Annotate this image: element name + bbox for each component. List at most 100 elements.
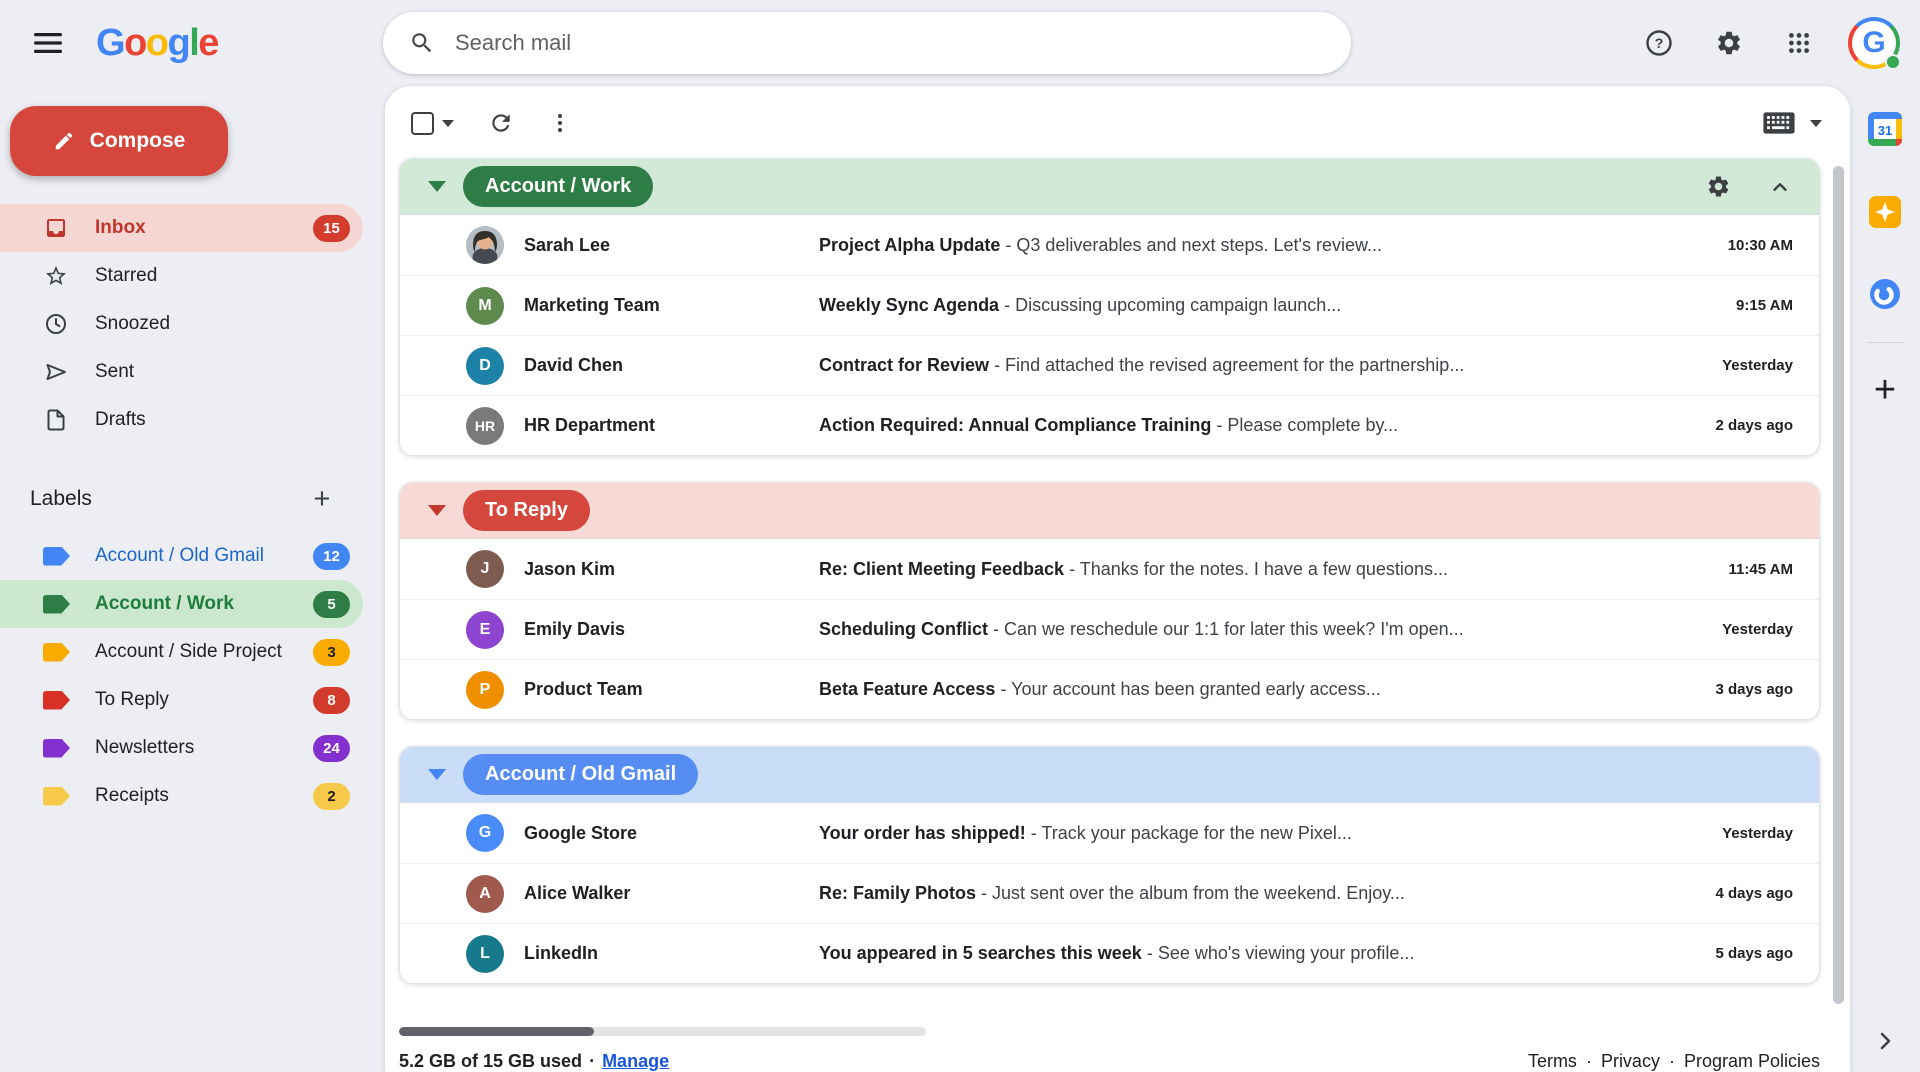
program-policies-link[interactable]: Program Policies bbox=[1684, 1051, 1820, 1072]
label-tag-icon bbox=[43, 595, 70, 614]
email-row[interactable]: L LinkedIn You appeared in 5 searches th… bbox=[400, 923, 1819, 983]
sidebar-item-starred[interactable]: Starred bbox=[0, 252, 363, 300]
email-row[interactable]: A Alice Walker Re: Family Photos - Just … bbox=[400, 863, 1819, 923]
refresh-icon[interactable] bbox=[488, 110, 514, 136]
collapse-triangle-icon[interactable] bbox=[428, 505, 446, 516]
checkbox-icon bbox=[411, 112, 434, 135]
sidebar-item-drafts[interactable]: Drafts bbox=[0, 396, 363, 444]
apps-grid-icon[interactable] bbox=[1778, 22, 1820, 64]
divider bbox=[1866, 342, 1904, 343]
email-subject-line: Re: Client Meeting Feedback - Thanks for… bbox=[819, 559, 1707, 580]
sidebar-label-side-project[interactable]: Account / Side Project 3 bbox=[0, 628, 363, 676]
search-input[interactable] bbox=[453, 29, 1325, 57]
section-header[interactable]: Account / Old Gmail bbox=[400, 747, 1819, 803]
section-label-pill: Account / Old Gmail bbox=[463, 754, 698, 795]
sidebar-label-work[interactable]: Account / Work 5 bbox=[0, 580, 363, 628]
email-subject: Action Required: Annual Compliance Train… bbox=[819, 415, 1211, 435]
email-row[interactable]: M Marketing Team Weekly Sync Agenda - Di… bbox=[400, 275, 1819, 335]
email-snippet: - Find attached the revised agreement fo… bbox=[994, 355, 1464, 375]
storage-progress-bar bbox=[399, 1027, 926, 1036]
mail-section-account-work: Account / Work Sarah Lee bbox=[399, 158, 1820, 456]
calendar-icon[interactable]: 31 bbox=[1868, 112, 1902, 146]
bottom-bar: 5.2 GB of 15 GB used·Manage Terms · Priv… bbox=[385, 1013, 1850, 1072]
labels-header: Labels + bbox=[0, 482, 363, 516]
privacy-link[interactable]: Privacy bbox=[1601, 1051, 1660, 1072]
email-subject: Your order has shipped! bbox=[819, 823, 1026, 843]
search-icon bbox=[409, 30, 435, 56]
collapse-triangle-icon[interactable] bbox=[428, 181, 446, 192]
email-row[interactable]: HR HR Department Action Required: Annual… bbox=[400, 395, 1819, 455]
logo-letter: e bbox=[198, 22, 218, 65]
email-snippet: - Can we reschedule our 1:1 for later th… bbox=[993, 619, 1464, 639]
section-header[interactable]: To Reply bbox=[400, 483, 1819, 539]
section-settings-gear-icon[interactable] bbox=[1706, 174, 1731, 199]
profile-avatar[interactable]: G bbox=[1848, 17, 1900, 69]
label-count-badge: 3 bbox=[313, 639, 350, 666]
sidebar-item-snoozed[interactable]: Snoozed bbox=[0, 300, 363, 348]
storage-info: 5.2 GB of 15 GB used·Manage bbox=[399, 1027, 926, 1072]
scrollbar[interactable] bbox=[1833, 166, 1844, 1004]
email-subject: Re: Client Meeting Feedback bbox=[819, 559, 1064, 579]
sidebar-item-label: Starred bbox=[95, 265, 363, 287]
mail-section-old-gmail: Account / Old Gmail G Google Store Your … bbox=[399, 746, 1820, 984]
svg-text:31: 31 bbox=[1878, 123, 1892, 138]
clock-icon bbox=[44, 312, 68, 336]
section-header[interactable]: Account / Work bbox=[400, 159, 1819, 215]
collapse-triangle-icon[interactable] bbox=[428, 769, 446, 780]
tasks-icon[interactable] bbox=[1869, 278, 1901, 310]
storage-progress-fill bbox=[399, 1027, 594, 1036]
email-sender: Jason Kim bbox=[524, 559, 819, 580]
search-bar[interactable] bbox=[383, 12, 1351, 74]
send-icon bbox=[44, 360, 68, 384]
compose-button[interactable]: Compose bbox=[10, 106, 228, 176]
email-sender: Product Team bbox=[524, 679, 819, 700]
avatar: HR bbox=[466, 407, 504, 445]
email-row[interactable]: G Google Store Your order has shipped! -… bbox=[400, 803, 1819, 863]
inbox-icon bbox=[44, 216, 68, 240]
hamburger-menu-icon[interactable] bbox=[22, 17, 74, 69]
email-row[interactable]: D David Chen Contract for Review - Find … bbox=[400, 335, 1819, 395]
logo-letter: o bbox=[124, 22, 146, 65]
chevron-down-icon[interactable] bbox=[1810, 120, 1822, 127]
help-icon[interactable]: ? bbox=[1638, 22, 1680, 64]
section-label-pill: Account / Work bbox=[463, 166, 653, 207]
label-count-badge: 5 bbox=[313, 591, 350, 618]
sidebar-label-newsletters[interactable]: Newsletters 24 bbox=[0, 724, 363, 772]
manage-storage-link[interactable]: Manage bbox=[602, 1051, 669, 1071]
email-subject: Re: Family Photos bbox=[819, 883, 976, 903]
add-label-icon[interactable]: + bbox=[305, 482, 339, 516]
sidebar-label-old-gmail[interactable]: Account / Old Gmail 12 bbox=[0, 532, 363, 580]
email-snippet: - Track your package for the new Pixel..… bbox=[1031, 823, 1352, 843]
label-count-badge: 2 bbox=[313, 783, 350, 810]
storage-usage-text: 5.2 GB of 15 GB used bbox=[399, 1051, 582, 1071]
label-count-badge: 8 bbox=[313, 687, 350, 714]
email-row[interactable]: Sarah Lee Project Alpha Update - Q3 deli… bbox=[400, 215, 1819, 275]
email-sender: Google Store bbox=[524, 823, 819, 844]
avatar: E bbox=[466, 611, 504, 649]
sidebar-label-to-reply[interactable]: To Reply 8 bbox=[0, 676, 363, 724]
email-sender: Alice Walker bbox=[524, 883, 819, 904]
sidebar-label-receipts[interactable]: Receipts 2 bbox=[0, 772, 363, 820]
email-time: 10:30 AM bbox=[1728, 237, 1793, 254]
label-name: Account / Side Project bbox=[95, 641, 313, 663]
sidebar-item-inbox[interactable]: Inbox 15 bbox=[0, 204, 363, 252]
email-time: Yesterday bbox=[1722, 825, 1793, 842]
email-row[interactable]: E Emily Davis Scheduling Conflict - Can … bbox=[400, 599, 1819, 659]
logo-letter: o bbox=[146, 22, 168, 65]
more-options-icon[interactable] bbox=[548, 111, 572, 135]
get-addons-plus-icon[interactable]: + bbox=[1874, 375, 1896, 405]
terms-link[interactable]: Terms bbox=[1528, 1051, 1577, 1072]
avatar: G bbox=[466, 814, 504, 852]
hide-side-panel-chevron-icon[interactable] bbox=[1873, 1029, 1897, 1058]
settings-gear-icon[interactable] bbox=[1708, 22, 1750, 64]
collapse-chevron-up-icon[interactable] bbox=[1769, 176, 1791, 198]
sidebar-item-label: Inbox bbox=[95, 217, 313, 239]
input-tools-keyboard-icon[interactable] bbox=[1762, 110, 1796, 136]
labels-heading: Labels bbox=[30, 487, 92, 511]
email-sender: LinkedIn bbox=[524, 943, 819, 964]
sidebar-item-sent[interactable]: Sent bbox=[0, 348, 363, 396]
email-row[interactable]: P Product Team Beta Feature Access - You… bbox=[400, 659, 1819, 719]
sparkle-icon[interactable] bbox=[1869, 196, 1901, 228]
select-all-checkbox[interactable] bbox=[411, 112, 454, 135]
email-row[interactable]: J Jason Kim Re: Client Meeting Feedback … bbox=[400, 539, 1819, 599]
